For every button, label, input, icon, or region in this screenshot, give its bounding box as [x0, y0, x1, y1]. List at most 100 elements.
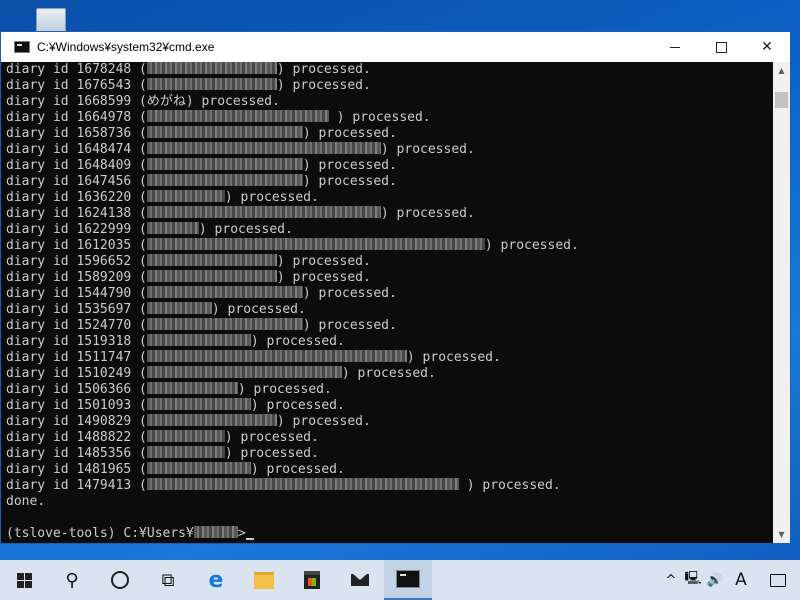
volume-icon[interactable]: 🔊 [704, 573, 726, 588]
diary-id-text: diary id 1485356 ( [6, 446, 147, 461]
diary-id-text: diary id 1664978 ( [6, 110, 147, 125]
start-button[interactable] [0, 560, 48, 600]
redacted-title [146, 382, 238, 394]
redacted-title [146, 430, 225, 442]
diary-id-text: diary id 1589209 ( [6, 270, 147, 285]
redacted-title [146, 446, 225, 458]
search-button[interactable]: ⚲ [48, 560, 96, 600]
status-text: ) processed. [276, 254, 371, 269]
console-line: diary id 1524770 ( ) processed. [6, 318, 773, 334]
diary-id-text: diary id 1506366 ( [6, 382, 147, 397]
close-icon: ✕ [761, 39, 773, 55]
status-text: ) processed. [276, 78, 371, 93]
cortana-button[interactable] [96, 560, 144, 600]
prompt-line[interactable]: (tslove-tools) C:¥Users¥ > [6, 526, 773, 542]
close-button[interactable]: ✕ [744, 32, 790, 62]
console-line: diary id 1481965 ( ) processed. [6, 462, 773, 478]
diary-id-text: diary id 1501093 ( [6, 398, 147, 413]
status-text: ) processed. [185, 94, 280, 109]
redacted-title [146, 206, 381, 218]
status-text: ) processed. [380, 206, 475, 221]
scroll-thumb[interactable] [775, 92, 788, 108]
redacted-username [193, 526, 238, 538]
console-line: diary id 1506366 ( ) processed. [6, 382, 773, 398]
redacted-title [146, 350, 407, 362]
done-line: done. [6, 494, 46, 509]
status-text: ) processed. [250, 398, 345, 413]
status-text: ) processed. [302, 318, 397, 333]
diary-id-text: diary id 1488822 ( [6, 430, 147, 445]
scroll-down-icon[interactable]: ▼ [773, 526, 790, 543]
diary-id-text: diary id 1624138 ( [6, 206, 147, 221]
console-line: diary id 1479413 ( ) processed. [6, 478, 773, 494]
maximize-button[interactable] [698, 32, 744, 62]
redacted-title [146, 222, 199, 234]
diary-id-text: diary id 1511747 ( [6, 350, 147, 365]
cmd-app-icon [14, 41, 30, 53]
console-line: diary id 1676543 ( ) processed. [6, 78, 773, 94]
status-text: ) processed. [406, 350, 501, 365]
status-text: ) processed. [276, 62, 371, 77]
redacted-title [146, 254, 277, 266]
edge-button[interactable]: e [192, 560, 240, 600]
notification-icon [770, 573, 786, 587]
notification-button[interactable] [756, 573, 800, 587]
diary-id-text: diary id 1648474 ( [6, 142, 147, 157]
redacted-title [146, 174, 303, 186]
title-bar[interactable]: C:¥Windows¥system32¥cmd.exe ✕ [1, 32, 790, 62]
scroll-up-icon[interactable]: ▲ [773, 62, 790, 79]
console-line: diary id 1664978 ( ) processed. [6, 110, 773, 126]
text-cursor [245, 538, 254, 540]
redacted-title [146, 62, 277, 74]
redacted-title [146, 142, 381, 154]
maximize-icon [715, 41, 727, 53]
cmd-taskbar-button[interactable] [384, 560, 432, 600]
status-text: ) processed. [276, 270, 371, 285]
status-text: ) processed. [224, 430, 319, 445]
redacted-title [146, 318, 303, 330]
diary-id-text: diary id 1524770 ( [6, 318, 147, 333]
diary-id-text: diary id 1481965 ( [6, 462, 147, 477]
console-line: diary id 1488822 ( ) processed. [6, 430, 773, 446]
store-button[interactable] [288, 560, 336, 600]
taskbar: ⚲ ⧉ e ^ 🖳 🔊 A [0, 560, 800, 600]
diary-id-text: diary id 1490829 ( [6, 414, 147, 429]
status-text: ) processed. [250, 334, 345, 349]
console-line: diary id 1589209 ( ) processed. [6, 270, 773, 286]
status-text: ) processed. [224, 446, 319, 461]
console-line: diary id 1544790 () processed. [6, 286, 773, 302]
console-line: diary id 1535697 () processed. [6, 302, 773, 318]
task-view-button[interactable]: ⧉ [144, 560, 192, 600]
file-explorer-button[interactable] [240, 560, 288, 600]
window-title: C:¥Windows¥system32¥cmd.exe [37, 40, 215, 54]
status-text: ) processed. [484, 238, 579, 253]
console-line: diary id 1648409 () processed. [6, 158, 773, 174]
minimize-icon [670, 46, 680, 48]
redacted-title [146, 302, 212, 314]
diary-id-text: diary id 1519318 ( [6, 334, 147, 349]
minimize-button[interactable] [652, 32, 698, 62]
diary-id-text: diary id 1544790 ( [6, 286, 147, 301]
ime-icon[interactable]: A [726, 570, 756, 590]
diary-id-text: diary id 1647456 ( [6, 174, 147, 189]
status-text: ) processed. [276, 414, 371, 429]
task-view-icon: ⧉ [161, 569, 175, 591]
console-line: diary id 1678248 ( ) processed. [6, 62, 773, 78]
network-icon[interactable]: 🖳 [682, 569, 704, 591]
store-icon [304, 571, 320, 589]
diary-id-text: diary id 1678248 ( [6, 62, 147, 77]
vertical-scrollbar[interactable]: ▲ ▼ [773, 62, 790, 543]
diary-id-text: diary id 1676543 ( [6, 78, 147, 93]
console-line: diary id 1668599 (めがね) processed. [6, 94, 773, 110]
console-output[interactable]: diary id 1678248 () processed. diary id 1… [1, 62, 773, 543]
status-text: ) processed. [237, 382, 332, 397]
redacted-title [146, 110, 329, 122]
status-text: ) processed. [250, 462, 345, 477]
mail-button[interactable] [336, 560, 384, 600]
cmd-window: C:¥Windows¥system32¥cmd.exe ✕ diary id 1… [0, 31, 791, 544]
redacted-title [146, 462, 251, 474]
chevron-up-icon[interactable]: ^ [660, 573, 682, 588]
console-line: diary id 1624138 ( ) processed. [6, 206, 773, 222]
status-text: ) processed. [380, 142, 475, 157]
